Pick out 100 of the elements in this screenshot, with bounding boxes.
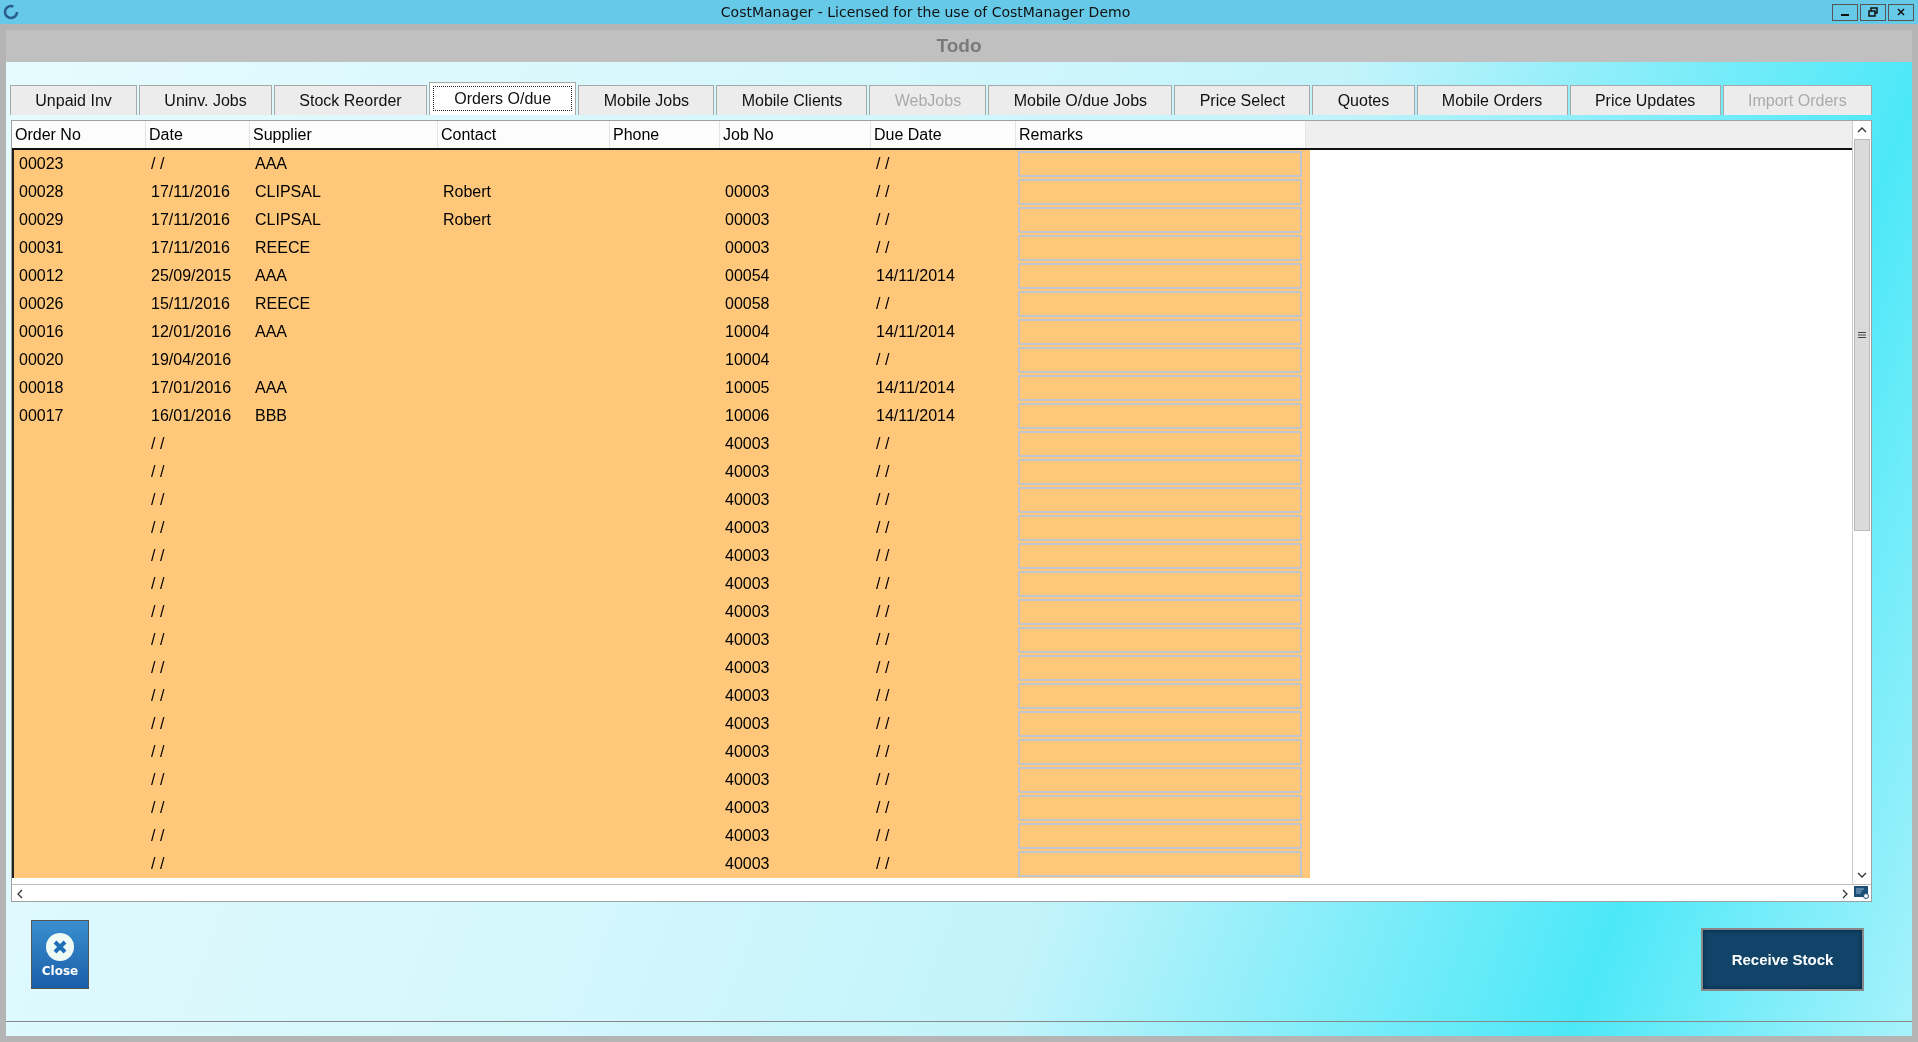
table-cell: / / <box>876 799 890 817</box>
table-row[interactable]: / / 40003 / / <box>12 514 1310 542</box>
remarks-field[interactable] <box>1018 571 1302 597</box>
table-cell: 00058 <box>725 295 770 313</box>
table-row[interactable]: / / 40003 / / <box>12 458 1310 486</box>
remarks-field[interactable] <box>1018 795 1302 821</box>
remarks-field[interactable] <box>1018 515 1302 541</box>
table-cell: / / <box>151 799 165 817</box>
remarks-field[interactable] <box>1018 403 1302 429</box>
remarks-field[interactable] <box>1018 459 1302 485</box>
minimize-button[interactable] <box>1832 3 1858 21</box>
column-header[interactable]: Date <box>146 121 250 148</box>
tab[interactable]: Stock Reorder <box>274 85 427 115</box>
table-row[interactable]: / / 40003 / / <box>12 430 1310 458</box>
close-button[interactable]: Close <box>31 920 89 989</box>
table-cell: 40003 <box>725 519 770 537</box>
remarks-field[interactable] <box>1018 263 1302 289</box>
remarks-field[interactable] <box>1018 375 1302 401</box>
table-row[interactable]: 00029 17/11/2016 CLIPSAL Robert 00003 / / <box>12 206 1310 234</box>
table-cell: / / <box>876 855 890 873</box>
table-row[interactable]: / / 40003 / / <box>12 654 1310 682</box>
table-row[interactable]: / / 40003 / / <box>12 682 1310 710</box>
table-row[interactable]: / / 40003 / / <box>12 626 1310 654</box>
table-row[interactable]: 00017 16/01/2016 BBB 10006 14/11/2014 <box>12 402 1310 430</box>
table-row[interactable]: 00016 12/01/2016 AAA 10004 14/11/2014 <box>12 318 1310 346</box>
table-cell: 00028 <box>19 183 64 201</box>
remarks-field[interactable] <box>1018 319 1302 345</box>
table-row[interactable]: / / 40003 / / <box>12 542 1310 570</box>
table-cell: AAA <box>255 267 287 285</box>
table-row[interactable]: / / 40003 / / <box>12 850 1310 878</box>
table-row[interactable]: / / 40003 / / <box>12 570 1310 598</box>
remarks-field[interactable] <box>1018 151 1302 177</box>
table-row[interactable]: / / 40003 / / <box>12 710 1310 738</box>
tab[interactable]: Unpaid Inv <box>10 85 138 115</box>
column-header[interactable]: Contact <box>438 121 610 148</box>
remarks-field[interactable] <box>1018 207 1302 233</box>
table-cell: / / <box>151 603 165 621</box>
remarks-field[interactable] <box>1018 767 1302 793</box>
tab[interactable]: Mobile Clients <box>716 85 868 115</box>
scrollbar-thumb[interactable] <box>1854 139 1870 531</box>
close-icon <box>45 931 75 962</box>
tab[interactable]: Uninv. Jobs <box>139 85 273 115</box>
table-row[interactable]: 00012 25/09/2015 AAA 00054 14/11/2014 <box>12 262 1310 290</box>
table-row[interactable]: 00031 17/11/2016 REECE 00003 / / <box>12 234 1310 262</box>
column-header[interactable]: Phone <box>610 121 720 148</box>
tab[interactable]: Price Updates <box>1569 85 1721 115</box>
column-header[interactable]: Remarks <box>1016 121 1306 148</box>
table-cell: AAA <box>255 323 287 341</box>
table-cell: / / <box>876 295 890 313</box>
table-row[interactable]: / / 40003 / / <box>12 766 1310 794</box>
column-header[interactable]: Due Date <box>871 121 1016 148</box>
table-cell: / / <box>151 435 165 453</box>
table-cell: / / <box>151 463 165 481</box>
table-cell: 14/11/2014 <box>876 407 955 425</box>
remarks-field[interactable] <box>1018 711 1302 737</box>
tab[interactable]: Mobile O/due Jobs <box>988 85 1173 115</box>
tab[interactable]: Price Select <box>1174 85 1311 115</box>
remarks-field[interactable] <box>1018 655 1302 681</box>
grid-search-icon[interactable] <box>1854 886 1870 900</box>
table-cell: 19/04/2016 <box>151 351 232 369</box>
table-cell: 00031 <box>19 239 64 257</box>
remarks-field[interactable] <box>1018 291 1302 317</box>
receive-stock-button[interactable]: Receive Stock <box>1701 928 1864 991</box>
close-window-button[interactable] <box>1888 3 1914 21</box>
column-header[interactable]: Supplier <box>250 121 438 148</box>
table-row[interactable]: 00028 17/11/2016 CLIPSAL Robert 00003 / / <box>12 178 1310 206</box>
table-row[interactable]: 00018 17/01/2016 AAA 10005 14/11/2014 <box>12 374 1310 402</box>
table-cell: REECE <box>255 239 311 257</box>
restore-button[interactable] <box>1860 3 1886 21</box>
table-row[interactable]: 00020 19/04/2016 10004 / / <box>12 346 1310 374</box>
tab[interactable]: Mobile Orders <box>1416 85 1568 115</box>
remarks-field[interactable] <box>1018 599 1302 625</box>
column-header[interactable]: Order No <box>12 121 146 148</box>
table-row[interactable]: 00023 / / AAA / / <box>12 150 1310 178</box>
table-row[interactable]: 00026 15/11/2016 REECE 00058 / / <box>12 290 1310 318</box>
remarks-field[interactable] <box>1018 627 1302 653</box>
tab[interactable]: Quotes <box>1312 85 1415 115</box>
table-cell: / / <box>876 547 890 565</box>
remarks-field[interactable] <box>1018 235 1302 261</box>
column-header[interactable]: Job No <box>720 121 871 148</box>
remarks-field[interactable] <box>1018 851 1302 877</box>
remarks-field[interactable] <box>1018 487 1302 513</box>
table-cell: 40003 <box>725 435 770 453</box>
table-row[interactable]: / / 40003 / / <box>12 598 1310 626</box>
table-row[interactable]: / / 40003 / / <box>12 486 1310 514</box>
tab[interactable]: Mobile Jobs <box>578 85 715 115</box>
remarks-field[interactable] <box>1018 347 1302 373</box>
tab[interactable]: Orders O/due <box>428 82 577 115</box>
remarks-field[interactable] <box>1018 179 1302 205</box>
remarks-field[interactable] <box>1018 543 1302 569</box>
table-row[interactable]: / / 40003 / / <box>12 738 1310 766</box>
table-cell: 00023 <box>19 155 64 173</box>
table-row[interactable]: / / 40003 / / <box>12 822 1310 850</box>
remarks-field[interactable] <box>1018 823 1302 849</box>
remarks-field[interactable] <box>1018 739 1302 765</box>
table-cell: 40003 <box>725 547 770 565</box>
table-row[interactable]: / / 40003 / / <box>12 794 1310 822</box>
table-cell: 40003 <box>725 799 770 817</box>
remarks-field[interactable] <box>1018 431 1302 457</box>
remarks-field[interactable] <box>1018 683 1302 709</box>
